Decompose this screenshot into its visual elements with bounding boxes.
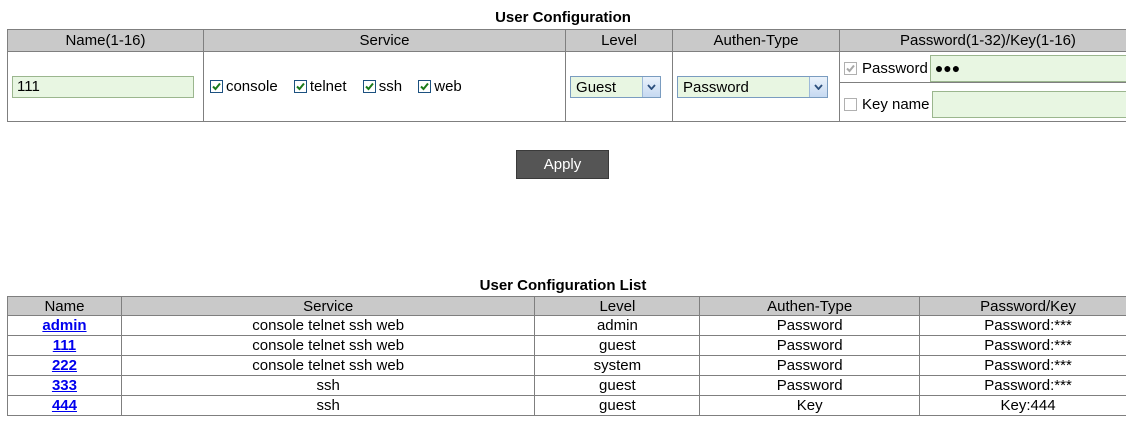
authen-type-cell: Password [699, 375, 921, 396]
key-row: Key name [843, 91, 1126, 118]
user-name-cell: 333 [7, 375, 122, 396]
user-link[interactable]: 444 [52, 397, 77, 414]
service-cell: ssh [120, 375, 536, 396]
name-cell [7, 51, 204, 122]
authen-type-cell: Password [699, 315, 921, 336]
table-row: admin console telnet ssh web admin Passw… [7, 315, 1126, 336]
password-key-cell: Password:*** [919, 315, 1126, 336]
service-cell: console telnet ssh web [120, 335, 536, 356]
level-cell: admin [534, 315, 701, 336]
user-config-table: Name(1-16) Service Level Authen-Type Pas… [7, 29, 1126, 122]
header-level: Level [565, 29, 674, 52]
list-header-authen-type: Authen-Type [699, 296, 921, 316]
chevron-down-icon[interactable] [809, 76, 828, 97]
service-cell: console telnet ssh web [202, 51, 567, 122]
level-value: Guest [576, 78, 617, 96]
list-header-name: Name [7, 296, 122, 316]
password-key-cell: Key:444 [919, 395, 1126, 416]
table-row: 333 ssh guest Password Password:*** [7, 375, 1126, 396]
service-cell: ssh [120, 395, 536, 416]
service-cell: console telnet ssh web [120, 315, 536, 336]
service-ssh[interactable]: ssh [362, 77, 403, 95]
ssh-label: ssh [378, 77, 403, 95]
key-input[interactable] [931, 91, 1126, 118]
user-name-cell: 444 [7, 395, 122, 416]
password-key-cell: Password:*** [919, 335, 1126, 356]
level-cell: Guest [565, 51, 674, 122]
name-input[interactable] [12, 75, 194, 98]
key-label: Key name [861, 96, 930, 113]
user-name-cell: admin [7, 315, 122, 336]
password-checkbox[interactable] [843, 62, 857, 75]
header-name: Name(1-16) [7, 29, 204, 52]
config-input-row: console telnet ssh web Guest Passw [7, 51, 1126, 122]
table-row: 222 console telnet ssh web system Passwo… [7, 355, 1126, 376]
web-checkbox[interactable] [418, 79, 432, 93]
list-header-row: Name Service Level Authen-Type Password/… [7, 296, 1126, 316]
level-cell: system [534, 355, 701, 376]
password-key-cell: Password:*** [919, 375, 1126, 396]
console-label: console [225, 77, 278, 95]
user-name-cell: 222 [7, 355, 122, 376]
telnet-checkbox[interactable] [293, 79, 307, 93]
user-link[interactable]: 222 [52, 357, 77, 374]
password-input[interactable]: ●●● [929, 55, 1126, 82]
config-title: User Configuration [495, 9, 631, 26]
list-header-password-key: Password/Key [919, 296, 1126, 316]
authen-type-value: Password [683, 78, 749, 96]
service-console[interactable]: console [209, 77, 278, 95]
list-title: User Configuration List [479, 277, 647, 294]
authen-cell: Password [672, 51, 840, 122]
header-authen-type: Authen-Type [672, 29, 840, 52]
header-service: Service [202, 29, 567, 52]
service-web[interactable]: web [418, 78, 462, 95]
key-checkbox[interactable] [843, 98, 857, 111]
list-header-service: Service [120, 296, 536, 316]
user-link[interactable]: 111 [53, 337, 76, 354]
service-cell: console telnet ssh web [120, 355, 536, 376]
password-key-cell: Password:*** [919, 355, 1126, 376]
authen-type-cell: Password [699, 355, 921, 376]
user-name-cell: 111 [7, 335, 122, 356]
user-link[interactable]: 333 [52, 377, 77, 394]
level-cell: guest [534, 335, 701, 356]
config-header-row: Name(1-16) Service Level Authen-Type Pas… [7, 29, 1126, 52]
telnet-label: telnet [309, 77, 347, 95]
level-cell: guest [534, 395, 701, 416]
level-cell: guest [534, 375, 701, 396]
apply-button[interactable]: Apply [516, 150, 609, 179]
header-password-key: Password(1-32)/Key(1-16) [838, 29, 1126, 52]
authen-type-cell: Key [699, 395, 921, 416]
user-list-table: Name Service Level Authen-Type Password/… [7, 296, 1126, 416]
user-link[interactable]: admin [42, 317, 86, 334]
level-select[interactable]: Guest [570, 75, 662, 98]
table-row: 444 ssh guest Key Key:444 [7, 395, 1126, 416]
console-checkbox[interactable] [209, 79, 223, 93]
list-header-level: Level [534, 296, 701, 316]
chevron-down-icon[interactable] [642, 76, 661, 97]
web-label: web [434, 77, 462, 95]
password-cell: Password ●●● Key name [838, 51, 1126, 122]
authen-type-cell: Password [699, 335, 921, 356]
ssh-checkbox[interactable] [362, 79, 376, 93]
authen-type-select[interactable]: Password [677, 75, 829, 98]
table-row: 111 console telnet ssh web guest Passwor… [7, 335, 1126, 356]
password-row: Password ●●● [839, 55, 1126, 83]
password-label: Password [861, 60, 928, 77]
service-telnet[interactable]: telnet [293, 77, 347, 95]
